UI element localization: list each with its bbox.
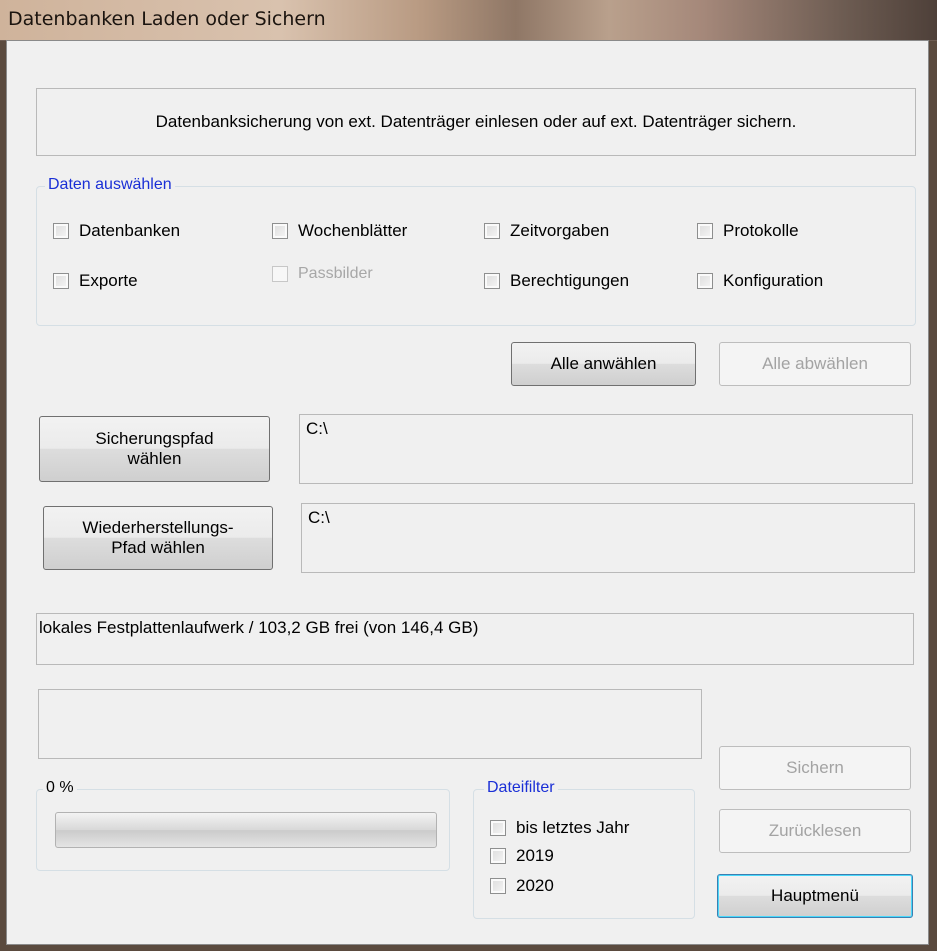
- backup-path-button-label: Sicherungspfad wählen: [95, 429, 214, 468]
- checkbox-box: [272, 266, 288, 282]
- checkbox-box[interactable]: [697, 273, 713, 289]
- checkbox-konfiguration[interactable]: Konfiguration: [697, 271, 823, 291]
- checkbox-box[interactable]: [484, 223, 500, 239]
- progress-group: 0 %: [36, 778, 450, 871]
- status-field: [38, 689, 702, 759]
- checkbox-label: Berechtigungen: [510, 271, 630, 290]
- progress-label: 0 %: [43, 778, 77, 798]
- backup-path-value: C:\: [306, 419, 328, 438]
- checkbox-exporte[interactable]: Exporte: [53, 271, 138, 291]
- title-bar: Datenbanken Laden oder Sichern: [0, 0, 937, 41]
- checkbox-datenbanken[interactable]: Datenbanken: [53, 221, 180, 241]
- checkbox-wochenblaetter[interactable]: Wochenblätter: [272, 221, 407, 241]
- checkbox-label: 2019: [516, 846, 554, 865]
- select-all-button[interactable]: Alle anwählen: [511, 342, 696, 386]
- restore-path-field: C:\: [301, 503, 915, 573]
- drive-info-field: lokales Festplattenlaufwerk / 103,2 GB f…: [36, 613, 914, 665]
- checkbox-berechtigungen[interactable]: Berechtigungen: [484, 271, 629, 291]
- checkbox-label: Zeitvorgaben: [510, 221, 610, 240]
- description-panel: Datenbanksicherung von ext. Datenträger …: [36, 88, 916, 156]
- checkbox-label: Wochenblätter: [298, 221, 408, 240]
- checkbox-box[interactable]: [272, 223, 288, 239]
- checkbox-zeitvorgaben[interactable]: Zeitvorgaben: [484, 221, 609, 241]
- dialog-client-area: Datenbanksicherung von ext. Datenträger …: [6, 40, 929, 945]
- restore-button[interactable]: Zurücklesen: [719, 809, 911, 853]
- checkbox-label: bis letztes Jahr: [516, 818, 630, 837]
- backup-path-field: C:\: [299, 414, 913, 484]
- restore-path-button-label: Wiederherstellungs- Pfad wählen: [82, 518, 234, 557]
- checkbox-label: Datenbanken: [79, 221, 181, 240]
- description-text: Datenbanksicherung von ext. Datenträger …: [155, 112, 797, 131]
- checkbox-2020[interactable]: 2020: [490, 876, 554, 896]
- data-selection-legend: Daten auswählen: [45, 175, 175, 195]
- restore-path-value: C:\: [308, 508, 330, 527]
- checkbox-box[interactable]: [484, 273, 500, 289]
- file-filter-group: Dateifilter bis letztes Jahr 2019 2020: [473, 778, 695, 919]
- main-menu-button[interactable]: Hauptmenü: [717, 874, 913, 918]
- checkbox-label: 2020: [516, 876, 554, 895]
- checkbox-label: Exporte: [79, 271, 138, 290]
- checkbox-box[interactable]: [490, 878, 506, 894]
- checkbox-bis-letztes-jahr[interactable]: bis letztes Jahr: [490, 818, 629, 838]
- restore-path-button[interactable]: Wiederherstellungs- Pfad wählen: [43, 506, 273, 570]
- checkbox-box[interactable]: [490, 820, 506, 836]
- progress-bar: [55, 812, 437, 848]
- checkbox-box[interactable]: [490, 848, 506, 864]
- save-button[interactable]: Sichern: [719, 746, 911, 790]
- backup-path-button[interactable]: Sicherungspfad wählen: [39, 416, 270, 482]
- checkbox-passbilder: Passbilder: [272, 265, 373, 283]
- window-title: Datenbanken Laden oder Sichern: [8, 8, 326, 30]
- data-selection-group: Daten auswählen Datenbanken Wochenblätte…: [36, 175, 916, 326]
- deselect-all-button[interactable]: Alle abwählen: [719, 342, 911, 386]
- drive-info-text: lokales Festplattenlaufwerk / 103,2 GB f…: [39, 618, 479, 637]
- checkbox-label: Konfiguration: [723, 271, 824, 290]
- checkbox-label: Protokolle: [723, 221, 799, 240]
- file-filter-legend: Dateifilter: [484, 778, 558, 798]
- checkbox-protokolle[interactable]: Protokolle: [697, 221, 799, 241]
- checkbox-box[interactable]: [697, 223, 713, 239]
- checkbox-box[interactable]: [53, 273, 69, 289]
- checkbox-2019[interactable]: 2019: [490, 846, 554, 866]
- checkbox-label: Passbilder: [298, 265, 373, 282]
- checkbox-box[interactable]: [53, 223, 69, 239]
